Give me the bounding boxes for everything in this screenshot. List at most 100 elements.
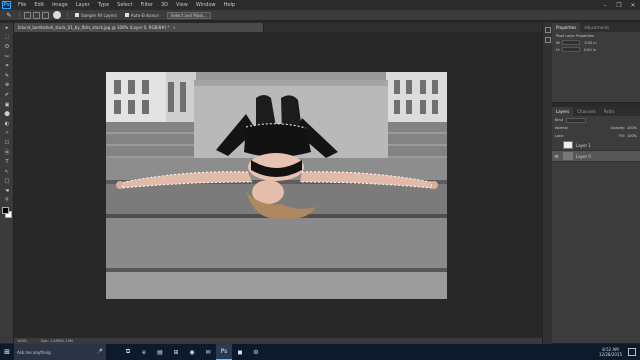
stamp-tool-icon[interactable]: ▣	[0, 100, 14, 110]
color-swatches[interactable]	[0, 205, 13, 221]
layer-row-layer-0[interactable]: 👁 Layer 0	[552, 151, 640, 162]
menu-edit[interactable]: Edit	[30, 2, 48, 8]
eye-icon[interactable]: 👁	[554, 154, 560, 159]
document-title: bilund_bombshell_stock_01_by_fbhs_stock.…	[18, 25, 170, 30]
tab-channels[interactable]: Channels	[573, 107, 600, 116]
menu-3d[interactable]: 3D	[157, 2, 172, 8]
divider	[19, 11, 20, 19]
eyedropper-tool-icon[interactable]: ✎	[0, 71, 14, 81]
fill-value[interactable]: 100%	[627, 134, 637, 138]
minimize-button[interactable]: –	[598, 2, 612, 9]
fill-label: Fill:	[619, 134, 625, 138]
layer-row-layer-1[interactable]: Layer 1	[552, 140, 640, 151]
slice-tool-icon[interactable]: ⌗	[0, 61, 14, 71]
tab-adjustments[interactable]: Adjustments	[580, 23, 613, 32]
history-icon[interactable]	[545, 27, 551, 33]
canvas-area[interactable]	[14, 32, 542, 338]
window-controls: – ❐ ✕	[598, 2, 640, 9]
photoshop-taskbar-icon[interactable]: Ps	[216, 344, 232, 360]
move-tool-icon[interactable]: ▸	[0, 23, 14, 33]
document-tab[interactable]: bilund_bombshell_stock_01_by_fbhs_stock.…	[14, 23, 264, 32]
h-value: 0.00 in	[583, 47, 596, 52]
layers-panel: Layers Channels Paths Kind Normal Opacit…	[552, 107, 640, 344]
subtract-selection-icon[interactable]	[42, 11, 49, 19]
kind-label: Kind	[555, 118, 563, 122]
width-field[interactable]	[562, 40, 581, 45]
layer-thumbnail	[563, 141, 573, 149]
taskbar-search[interactable]: Ask me anything 🎤	[14, 344, 106, 360]
task-view-icon[interactable]: ⧉	[120, 344, 136, 360]
layer-filter-row: Kind	[552, 116, 640, 124]
menu-type[interactable]: Type	[94, 2, 113, 8]
close-button[interactable]: ✕	[626, 2, 640, 9]
kind-filter-select[interactable]	[565, 117, 586, 123]
width-row: W: 0.00 in	[552, 39, 640, 46]
lock-row: Lock: Fill: 100%	[552, 132, 640, 140]
divider	[67, 11, 68, 19]
sample-all-layers-checkbox[interactable]: Sample All Layers	[75, 13, 117, 18]
settings-icon[interactable]: ⚙	[248, 344, 264, 360]
gradient-tool-icon[interactable]: ✧	[0, 129, 14, 139]
crop-tool-icon[interactable]: ✂	[0, 52, 14, 62]
close-tab-icon[interactable]: ×	[172, 25, 175, 30]
tools-panel: ▸ ⬚ ʘ ✂ ⌗ ✎ ⊕ ✐ ▣ ⬤ ◐ ✧ ☐ ⦿ T ↖ □ ☚ ⚲	[0, 23, 14, 343]
hand-tool-icon[interactable]: ⚲	[0, 196, 14, 206]
lasso-tool-icon[interactable]: ʘ	[0, 42, 14, 52]
photoshop-window: Ps File Edit Image Layer Type Select Fil…	[0, 0, 640, 360]
app-icon[interactable]: ◼	[232, 344, 248, 360]
chrome-icon[interactable]: ◉	[184, 344, 200, 360]
pen-tool-icon[interactable]: T	[0, 157, 14, 167]
tab-paths[interactable]: Paths	[600, 107, 619, 116]
right-panels: Properties Adjustments Pixel Layer Prope…	[552, 23, 640, 344]
notification-icon[interactable]	[628, 348, 636, 356]
quick-selection-tool-icon[interactable]: ✎	[2, 11, 16, 20]
menu-view[interactable]: View	[172, 2, 192, 8]
restore-button[interactable]: ❐	[612, 2, 626, 9]
path-select-tool-icon[interactable]: □	[0, 177, 14, 187]
new-selection-icon[interactable]	[24, 11, 31, 19]
shape-tool-icon[interactable]: ☚	[0, 186, 14, 196]
date: 12/28/2015	[598, 352, 622, 357]
foreground-color[interactable]	[2, 207, 9, 215]
eraser-tool-icon[interactable]: ◐	[0, 119, 14, 129]
tab-layers[interactable]: Layers	[552, 107, 574, 116]
lock-label: Lock:	[555, 134, 565, 138]
blend-mode-select[interactable]: Normal	[555, 126, 568, 130]
photoshop-logo: Ps	[2, 1, 11, 9]
microphone-icon[interactable]: 🎤	[97, 349, 103, 355]
healing-tool-icon[interactable]: ⊕	[0, 81, 14, 91]
checkbox-icon	[124, 13, 129, 17]
mail-icon[interactable]: ✉	[200, 344, 216, 360]
menu-file[interactable]: File	[14, 2, 30, 8]
menu-window[interactable]: Window	[192, 2, 220, 8]
add-to-selection-icon[interactable]	[33, 11, 40, 19]
doc-size[interactable]: Doc: 1.49M/1.10M	[41, 339, 73, 343]
zoom-level[interactable]: 100%	[17, 339, 27, 343]
menu-select[interactable]: Select	[113, 2, 136, 8]
select-and-mask-button[interactable]: Select and Mask...	[166, 11, 212, 19]
properties-icon[interactable]	[545, 37, 551, 43]
windows-logo-icon[interactable]: ⊞	[0, 344, 14, 360]
blur-tool-icon[interactable]: ☐	[0, 138, 14, 148]
file-explorer-icon[interactable]: ▤	[152, 344, 168, 360]
brush-preset-picker[interactable]	[53, 11, 61, 19]
marquee-tool-icon[interactable]: ⬚	[0, 33, 14, 43]
dodge-tool-icon[interactable]: ⦿	[0, 148, 14, 158]
document-photo[interactable]	[106, 72, 447, 299]
store-icon[interactable]: ⊞	[168, 344, 184, 360]
menu-image[interactable]: Image	[48, 2, 72, 8]
auto-enhance-checkbox[interactable]: Auto-Enhance	[124, 13, 159, 18]
menu-help[interactable]: Help	[220, 2, 239, 8]
edge-icon[interactable]: e	[136, 344, 152, 360]
tab-properties[interactable]: Properties	[552, 23, 581, 32]
brush-tool-icon[interactable]: ✐	[0, 90, 14, 100]
history-tool-icon[interactable]: ⬤	[0, 109, 14, 119]
clock[interactable]: 8:52 AM 12/28/2015	[599, 347, 622, 357]
options-bar: ✎ Sample All Layers Auto-Enhance Select …	[0, 10, 640, 21]
opacity-value[interactable]: 100%	[627, 126, 637, 130]
type-tool-icon[interactable]: ↖	[0, 167, 14, 177]
height-field[interactable]	[561, 47, 580, 52]
menu-filter[interactable]: Filter	[137, 2, 157, 8]
properties-subtitle: Pixel Layer Properties	[552, 32, 640, 39]
menu-layer[interactable]: Layer	[72, 2, 94, 8]
